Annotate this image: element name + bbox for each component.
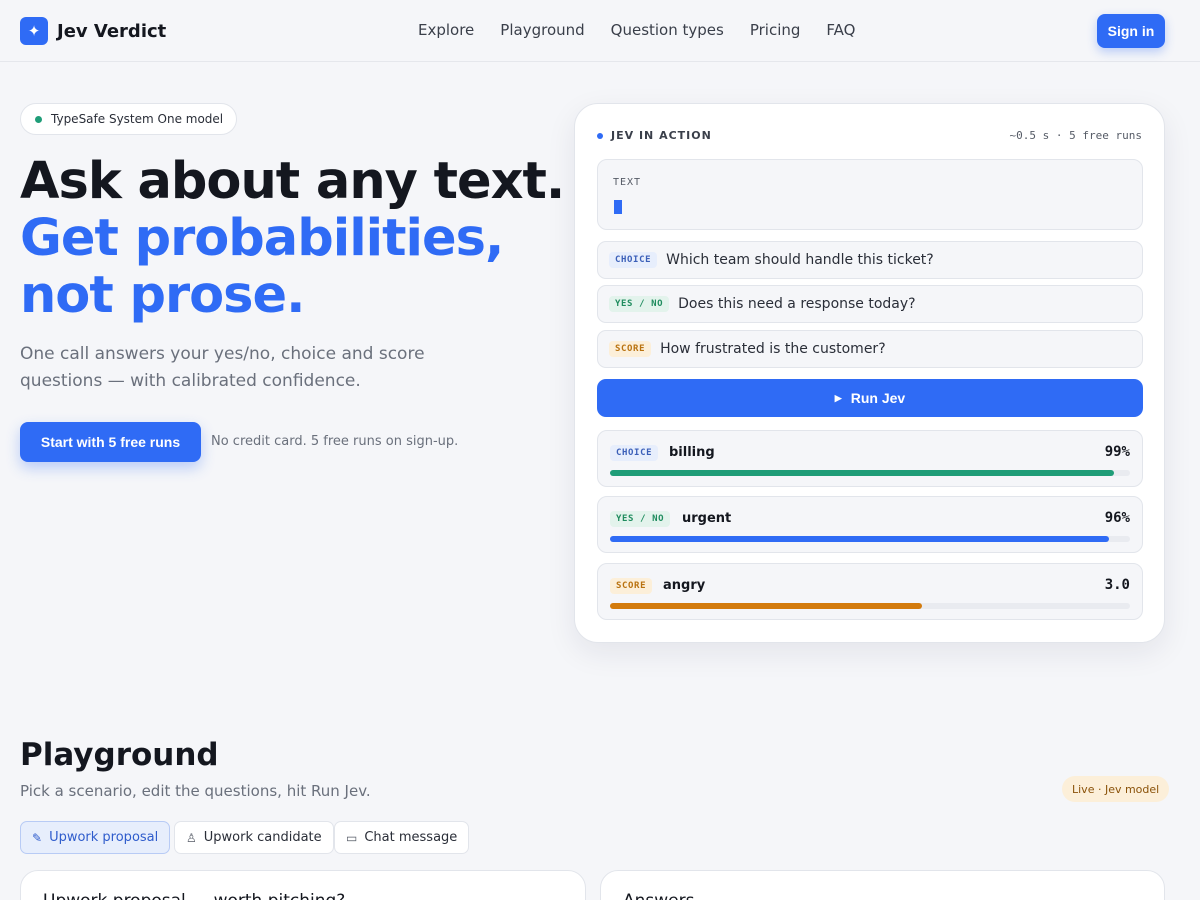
result-score: SCORE angry 3.0 xyxy=(597,563,1143,620)
run-jev-label: Run Jev xyxy=(850,390,906,406)
play-icon: ▶ xyxy=(834,392,842,403)
result-bar-track xyxy=(610,536,1130,542)
nav-question-types[interactable]: Question types xyxy=(611,21,724,39)
person-icon: ♙ xyxy=(186,830,197,845)
choice-tag: CHOICE xyxy=(609,252,658,268)
score-tag: SCORE xyxy=(609,341,652,357)
answers-panel-title: Answers xyxy=(623,891,694,900)
demo-card: JEV IN ACTION ~0.5 s · 5 free runs TEXT … xyxy=(574,103,1165,643)
model-pill: TypeSafe System One model xyxy=(20,103,238,135)
chat-bubble-icon: ▭ xyxy=(346,830,358,845)
result-value: 99% xyxy=(1104,444,1130,460)
headline-line-1: Ask about any text. xyxy=(20,152,565,211)
tab-upwork-candidate[interactable]: ♙ Upwork candidate xyxy=(174,821,334,854)
hero-lede: One call answers your yes/no, choice and… xyxy=(20,344,425,391)
tab-label: Upwork candidate xyxy=(203,830,322,845)
yes-no-tag: YES / NO xyxy=(609,296,670,312)
answers-panel: Answers xyxy=(600,870,1165,900)
result-value: 3.0 xyxy=(1104,577,1130,593)
tab-upwork-proposal[interactable]: ✎ Upwork proposal xyxy=(20,821,171,854)
scenario-panel: Upwork proposal — worth pitching? xyxy=(20,870,586,900)
result-choice: CHOICE billing 99% xyxy=(597,430,1143,487)
nav-playground[interactable]: Playground xyxy=(500,21,584,39)
text-input[interactable]: TEXT xyxy=(597,159,1143,230)
text-caret xyxy=(614,200,622,214)
model-pill-text: TypeSafe System One model xyxy=(51,112,224,126)
result-bar-fill xyxy=(610,536,1110,542)
tab-chat-message[interactable]: ▭ Chat message xyxy=(334,821,470,854)
pencil-icon: ✎ xyxy=(32,830,43,845)
result-bar-fill xyxy=(610,470,1115,476)
question-choice[interactable]: CHOICE Which team should handle this tic… xyxy=(597,241,1143,279)
brand-name: Jev Verdict xyxy=(57,20,167,42)
live-dot-icon xyxy=(597,132,603,139)
tab-label: Upwork proposal xyxy=(49,830,159,845)
result-label: angry xyxy=(663,578,706,593)
result-value: 96% xyxy=(1104,510,1130,526)
result-label: urgent xyxy=(682,511,732,526)
sign-in-button[interactable]: Sign in xyxy=(1097,14,1165,48)
headline-line-3: not prose. xyxy=(20,266,306,325)
hero-headline: Ask about any text. Get probabilities, n… xyxy=(20,152,565,325)
demo-label: JEV IN ACTION xyxy=(597,129,712,142)
result-bar-track xyxy=(610,470,1130,476)
tab-label: Chat message xyxy=(364,830,458,845)
question-score[interactable]: SCORE How frustrated is the customer? xyxy=(597,330,1143,368)
run-jev-button[interactable]: ▶ Run Jev xyxy=(597,379,1143,417)
text-input-label: TEXT xyxy=(613,177,642,188)
playground-subtitle: Pick a scenario, edit the questions, hit… xyxy=(20,782,371,800)
result-label: billing xyxy=(669,445,715,460)
question-text: How frustrated is the customer? xyxy=(660,341,886,357)
result-yes-no: YES / NO urgent 96% xyxy=(597,496,1143,553)
yes-no-tag: YES / NO xyxy=(610,511,671,527)
question-text: Does this need a response today? xyxy=(678,296,916,312)
main-nav: Explore Playground Question types Pricin… xyxy=(418,21,881,39)
nav-pricing[interactable]: Pricing xyxy=(750,21,801,39)
question-yes-no[interactable]: YES / NO Does this need a response today… xyxy=(597,285,1143,323)
demo-meta: ~0.5 s · 5 free runs xyxy=(1009,129,1142,142)
playground-title: Playground xyxy=(20,737,219,773)
start-free-runs-button[interactable]: Start with 5 free runs xyxy=(20,422,201,462)
status-dot-icon xyxy=(35,115,42,123)
choice-tag: CHOICE xyxy=(610,445,659,461)
scenario-panel-title: Upwork proposal — worth pitching? xyxy=(43,891,345,900)
score-tag: SCORE xyxy=(610,578,653,594)
nav-faq[interactable]: FAQ xyxy=(826,21,855,39)
brand[interactable]: ✦ Jev Verdict xyxy=(20,17,166,45)
demo-label-text: JEV IN ACTION xyxy=(611,129,712,142)
headline-line-2: Get probabilities, xyxy=(20,209,504,268)
result-bar-fill xyxy=(610,603,922,609)
live-badge: Live · Jev model xyxy=(1062,776,1170,802)
result-bar-track xyxy=(610,603,1130,609)
question-text: Which team should handle this ticket? xyxy=(666,252,934,268)
cta-note: No credit card. 5 free runs on sign-up. xyxy=(211,434,459,449)
sparkle-logo-icon: ✦ xyxy=(20,17,48,45)
site-header: ✦ Jev Verdict Explore Playground Questio… xyxy=(0,0,1200,62)
nav-explore[interactable]: Explore xyxy=(418,21,474,39)
